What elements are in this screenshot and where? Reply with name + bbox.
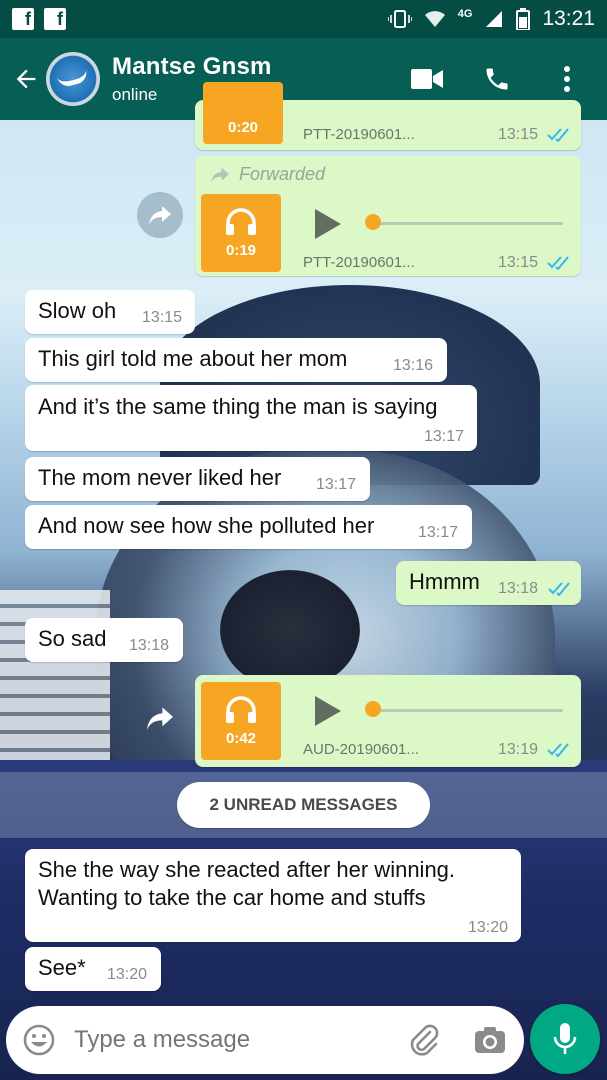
arrow-left-icon: [16, 69, 36, 89]
voice-file-name: AUD-20190601...: [303, 741, 419, 758]
headphones-icon: [226, 207, 256, 235]
audio-tile: 0:19: [201, 194, 281, 272]
voice-message: 0:20 PTT-20190601... 13:15: [195, 82, 581, 150]
avatar[interactable]: [46, 52, 100, 106]
voice-duration: 0:20: [227, 119, 259, 136]
facebook-icon: f: [44, 8, 66, 30]
incoming-message: She the way she reacted after her winnin…: [25, 849, 521, 942]
video-camera-icon: [411, 69, 443, 89]
message-text: Slow oh: [38, 298, 117, 323]
forwarded-arrow-icon: [211, 167, 229, 183]
headphones-icon: [226, 695, 256, 723]
voice-progress-thumb[interactable]: [365, 701, 381, 717]
message-text: So sad: [38, 626, 107, 651]
message-text: The mom never liked her: [38, 465, 282, 490]
voice-file-name: PTT-20190601...: [303, 126, 415, 143]
mic-button[interactable]: [530, 1004, 600, 1074]
phone-icon: [486, 68, 508, 90]
incoming-message: And now see how she polluted her 13:17: [25, 505, 472, 549]
message-text: Hmmm: [409, 569, 480, 594]
avatar-logo: [56, 69, 90, 89]
double-check-icon: [548, 582, 570, 596]
message-time: 13:17: [424, 428, 465, 445]
more-options-button[interactable]: [547, 59, 587, 99]
message-time: 13:15: [142, 309, 183, 326]
contact-name: Mantse Gnsm: [112, 53, 272, 80]
play-icon[interactable]: [313, 208, 343, 240]
more-vert-icon: [564, 66, 570, 92]
share-arrow-icon: [149, 206, 171, 225]
message-time: 13:17: [418, 524, 459, 541]
message-time: 13:15: [498, 126, 539, 143]
voice-file-name: PTT-20190601...: [303, 254, 415, 271]
emoji-icon[interactable]: [22, 1023, 56, 1057]
voice-message-forwarded: Forwarded 0:19 PTT-20190601... 13:15: [195, 156, 581, 276]
voice-progress-thumb[interactable]: [365, 214, 381, 230]
camera-icon[interactable]: [472, 1022, 508, 1058]
battery-icon: [516, 8, 531, 30]
signal-icon: [486, 11, 503, 27]
back-button[interactable]: [6, 59, 46, 99]
message-text: And now see how she polluted her: [38, 513, 375, 538]
message-text: And it’s the same thing the man is sayin…: [38, 394, 438, 419]
forward-button[interactable]: [143, 701, 177, 735]
message-text: This girl told me about her mom: [38, 346, 348, 371]
status-bar: f f 4G 13:21: [0, 0, 607, 38]
message-list[interactable]: 0:20 PTT-20190601... 13:15 Forwarded 0:1…: [0, 82, 607, 1000]
voice-duration: 0:19: [225, 241, 257, 259]
message-time: 13:18: [129, 637, 170, 654]
play-icon[interactable]: [313, 695, 343, 727]
message-composer: [6, 1006, 524, 1074]
message-time: 13:19: [498, 741, 539, 758]
incoming-message: And it’s the same thing the man is sayin…: [25, 385, 477, 451]
voice-progress-track[interactable]: [367, 222, 563, 225]
facebook-icon: f: [12, 8, 34, 30]
forwarded-label: Forwarded: [209, 164, 325, 185]
video-call-button[interactable]: [407, 59, 447, 99]
message-text: Wanting to take the car home and stuffs: [38, 885, 426, 910]
incoming-message: So sad 13:18: [25, 618, 183, 662]
message-time: 13:16: [393, 357, 434, 374]
voice-message: 0:42 AUD-20190601... 13:19: [195, 675, 581, 767]
incoming-message: See* 13:20: [25, 947, 161, 991]
forward-button[interactable]: [137, 192, 183, 238]
status-time: 13:21: [542, 7, 595, 30]
microphone-icon: [553, 1023, 577, 1054]
double-check-icon: [547, 743, 569, 757]
incoming-message: Slow oh 13:15: [25, 290, 195, 334]
voice-call-button[interactable]: [477, 59, 517, 99]
message-time: 13:17: [316, 476, 357, 493]
voice-progress-track[interactable]: [367, 709, 563, 712]
audio-tile: 0:20: [203, 82, 283, 144]
message-time: 13:20: [107, 966, 148, 983]
share-arrow-icon: [147, 707, 173, 730]
message-time: 13:18: [498, 580, 539, 597]
wifi-icon: [424, 11, 445, 27]
message-text: See*: [38, 955, 86, 980]
message-input[interactable]: [74, 1026, 406, 1054]
double-check-icon: [547, 256, 569, 270]
double-check-icon: [547, 128, 569, 142]
audio-tile: 0:42: [201, 682, 281, 760]
incoming-message: The mom never liked her 13:17: [25, 457, 370, 501]
voice-duration: 0:42: [225, 729, 257, 747]
unread-messages-label: 2 UNREAD MESSAGES: [177, 782, 430, 828]
paperclip-icon[interactable]: [406, 1022, 442, 1058]
message-time: 13:15: [498, 254, 539, 271]
incoming-message: This girl told me about her mom 13:16: [25, 338, 447, 382]
message-time: 13:20: [468, 919, 509, 936]
network-type: 4G: [457, 8, 473, 20]
outgoing-message: Hmmm 13:18: [396, 561, 581, 605]
message-text: She the way she reacted after her winnin…: [38, 857, 456, 882]
vibrate-icon: [387, 10, 412, 28]
